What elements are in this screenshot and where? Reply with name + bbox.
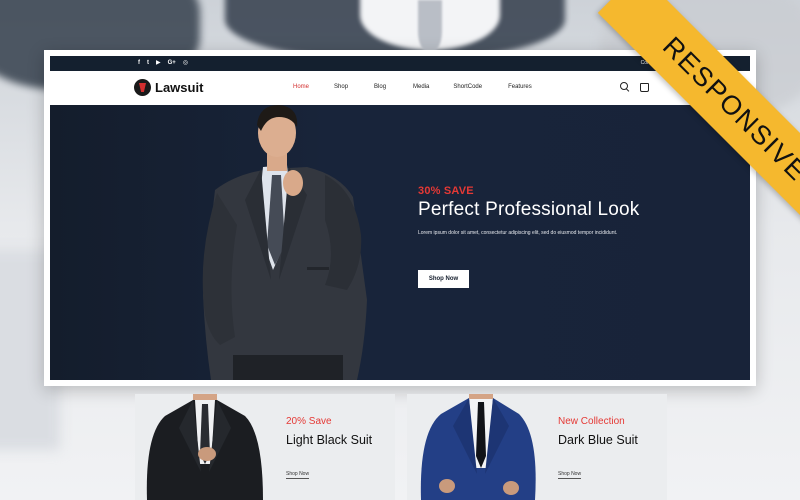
blue-suit-image: [420, 394, 536, 500]
nav-item-features[interactable]: Features: [508, 84, 532, 90]
promo-banner-dark-blue-suit[interactable]: New Collection Dark Blue Suit Shop Now: [407, 394, 667, 500]
brand-logo[interactable]: Lawsuit: [134, 79, 203, 96]
promo-tag: 20% Save: [286, 416, 332, 427]
google-plus-icon[interactable]: G+: [168, 59, 176, 68]
promo-copy: New Collection Dark Blue Suit Shop Now: [558, 416, 666, 480]
instagram-icon[interactable]: ◎: [183, 59, 188, 68]
nav-menu: Home Shop Blog Media ShortCode Features: [293, 84, 532, 90]
nav-item-shop[interactable]: Shop: [334, 84, 348, 90]
hero-model-image: [202, 105, 367, 380]
promo-title: Dark Blue Suit: [558, 433, 638, 447]
promo-title: Light Black Suit: [286, 433, 373, 447]
background-tie-shape: [418, 0, 442, 52]
promo-tag: New Collection: [558, 416, 625, 427]
brand-name: Lawsuit: [155, 80, 204, 95]
promo-banner-light-black-suit[interactable]: 20% Save Light Black Suit Shop Now: [135, 394, 395, 500]
nav-item-shortcode[interactable]: ShortCode: [453, 84, 482, 90]
suit-logo-icon: [134, 79, 151, 96]
responsive-ribbon: RESPONSIVE: [597, 0, 800, 240]
promo-copy: 20% Save Light Black Suit Shop Now: [286, 416, 394, 480]
promo-shop-now-link[interactable]: Shop Now: [286, 471, 310, 479]
black-suit-image: [146, 394, 263, 500]
promo-shop-now-link[interactable]: Shop Now: [558, 471, 582, 479]
responsive-ribbon-container: RESPONSIVE: [560, 0, 800, 240]
twitter-icon[interactable]: t: [147, 59, 149, 68]
nav-item-media[interactable]: Media: [413, 84, 429, 90]
nav-item-home[interactable]: Home: [293, 84, 309, 90]
youtube-icon[interactable]: ▶: [156, 59, 161, 68]
social-links: f t ▶ G+ ◎: [138, 59, 188, 68]
ribbon-label: RESPONSIVE: [657, 30, 800, 187]
nav-item-blog[interactable]: Blog: [374, 84, 386, 90]
facebook-icon[interactable]: f: [138, 59, 140, 68]
hero-shop-now-button[interactable]: Shop Now: [418, 270, 469, 288]
